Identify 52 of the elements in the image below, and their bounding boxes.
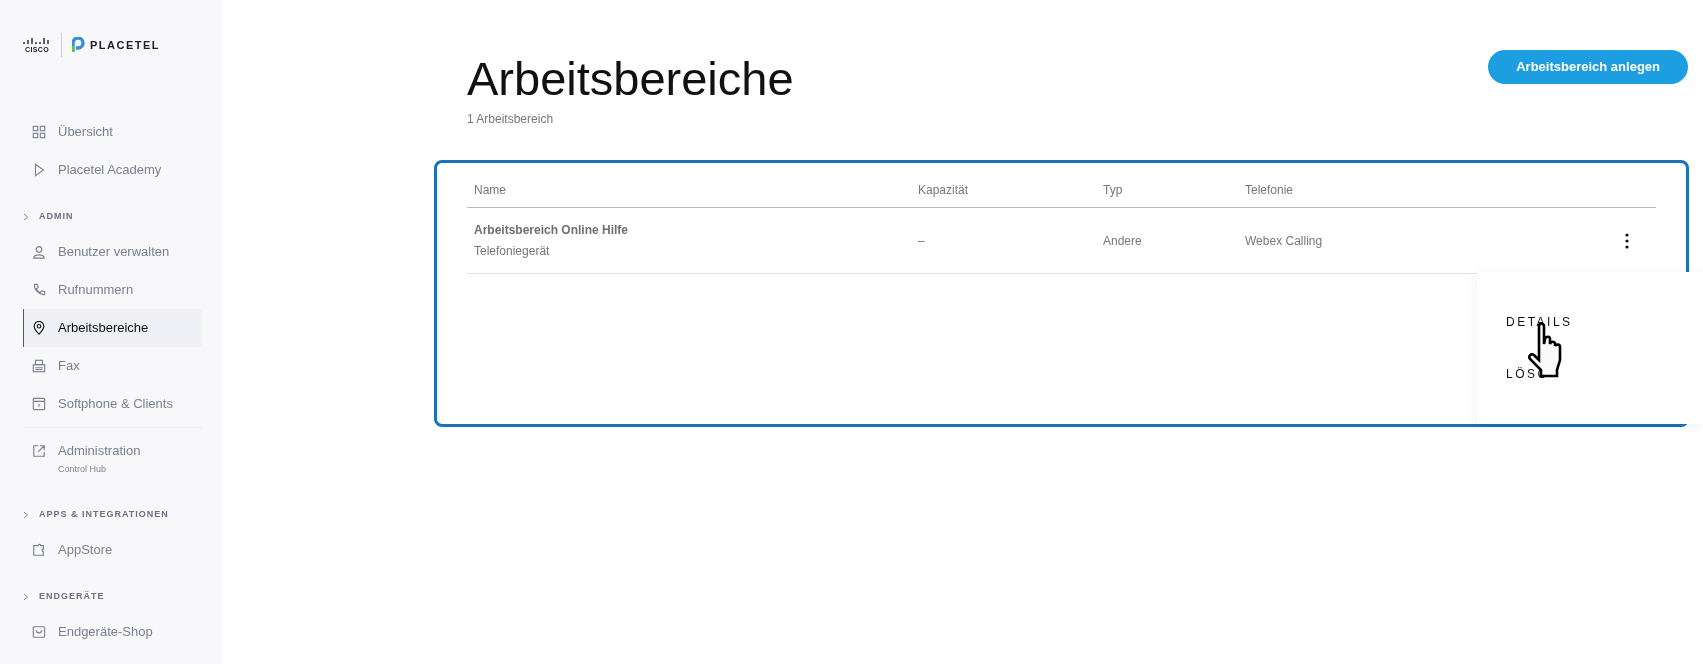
sidebar-item[interactable]: Rufnummern bbox=[23, 271, 202, 309]
item-label: Administration bbox=[58, 442, 141, 460]
external-link-icon bbox=[32, 444, 46, 458]
menu-item[interactable]: DETAILS bbox=[1506, 313, 1573, 331]
column-header: Kapazität bbox=[918, 182, 970, 199]
more-vertical-icon[interactable] bbox=[1625, 232, 1629, 249]
phone-icon bbox=[32, 283, 46, 297]
item-label: AppStore bbox=[58, 540, 113, 559]
sidebar-item[interactable]: Benutzer verwalten bbox=[23, 233, 202, 271]
placetel-logo: PLACETEL bbox=[72, 36, 161, 54]
grid-icon bbox=[32, 125, 46, 139]
section-heading: ADMIN bbox=[39, 210, 74, 224]
create-workspace-button[interactable]: Arbeitsbereich anlegen bbox=[1488, 50, 1688, 84]
item-count: 1 Arbeitsbereich bbox=[467, 111, 555, 128]
chevron-right-icon bbox=[23, 592, 29, 601]
shopping-bag-icon bbox=[32, 624, 46, 639]
column-header: Typ bbox=[1103, 182, 1124, 199]
item-label: Übersicht bbox=[58, 123, 113, 141]
table-cell-text: – bbox=[918, 232, 926, 250]
sidebar-item[interactable]: Arbeitsbereiche bbox=[23, 309, 202, 347]
item-label: Arbeitsbereiche bbox=[58, 319, 149, 337]
puzzle-icon bbox=[32, 542, 46, 557]
item-label: Rufnummern bbox=[58, 281, 134, 299]
workspace-name: Arbeitsbereich Online Hilfe bbox=[474, 222, 630, 239]
sidebar-item[interactable]: Endgeräte-Shop bbox=[23, 612, 202, 651]
item-label: Benutzer verwalten bbox=[58, 243, 170, 261]
workspace-subtitle: Telefoniegerät bbox=[474, 243, 551, 260]
sidebar-item[interactable]: Softphone & Clients bbox=[23, 385, 202, 423]
chevron-right-icon bbox=[23, 510, 29, 519]
fax-icon bbox=[32, 359, 46, 373]
section-heading: APPS & INTEGRATIONEN bbox=[39, 507, 169, 521]
user-icon bbox=[32, 245, 46, 259]
column-header: Telefonie bbox=[1245, 182, 1295, 199]
table-cell-text: Andere bbox=[1103, 232, 1143, 250]
chevron-right-icon bbox=[23, 213, 29, 221]
column-header: Name bbox=[474, 182, 507, 199]
sidebar-item[interactable]: Placetel Academy bbox=[23, 151, 202, 189]
sidebar-item[interactable]: AppStore bbox=[23, 530, 202, 569]
table-cell-text: Webex Calling bbox=[1245, 232, 1324, 250]
location-pin-icon bbox=[32, 321, 46, 335]
play-icon bbox=[32, 163, 46, 177]
item-label: Placetel Academy bbox=[58, 161, 162, 179]
item-label: Endgeräte-Shop bbox=[58, 622, 153, 641]
section-heading: ENDGERÄTE bbox=[39, 589, 105, 603]
item-sublabel: Control Hub bbox=[58, 463, 108, 476]
page-title: Arbeitsbereiche bbox=[467, 51, 794, 107]
sidebar-item[interactable]: Übersicht bbox=[23, 113, 202, 151]
item-label: Fax bbox=[58, 357, 80, 375]
window-icon bbox=[32, 397, 46, 411]
item-label: Softphone & Clients bbox=[58, 395, 173, 413]
sidebar-item[interactable]: Administration Control Hub bbox=[23, 432, 202, 487]
sidebar-item[interactable]: Fax bbox=[23, 347, 202, 385]
